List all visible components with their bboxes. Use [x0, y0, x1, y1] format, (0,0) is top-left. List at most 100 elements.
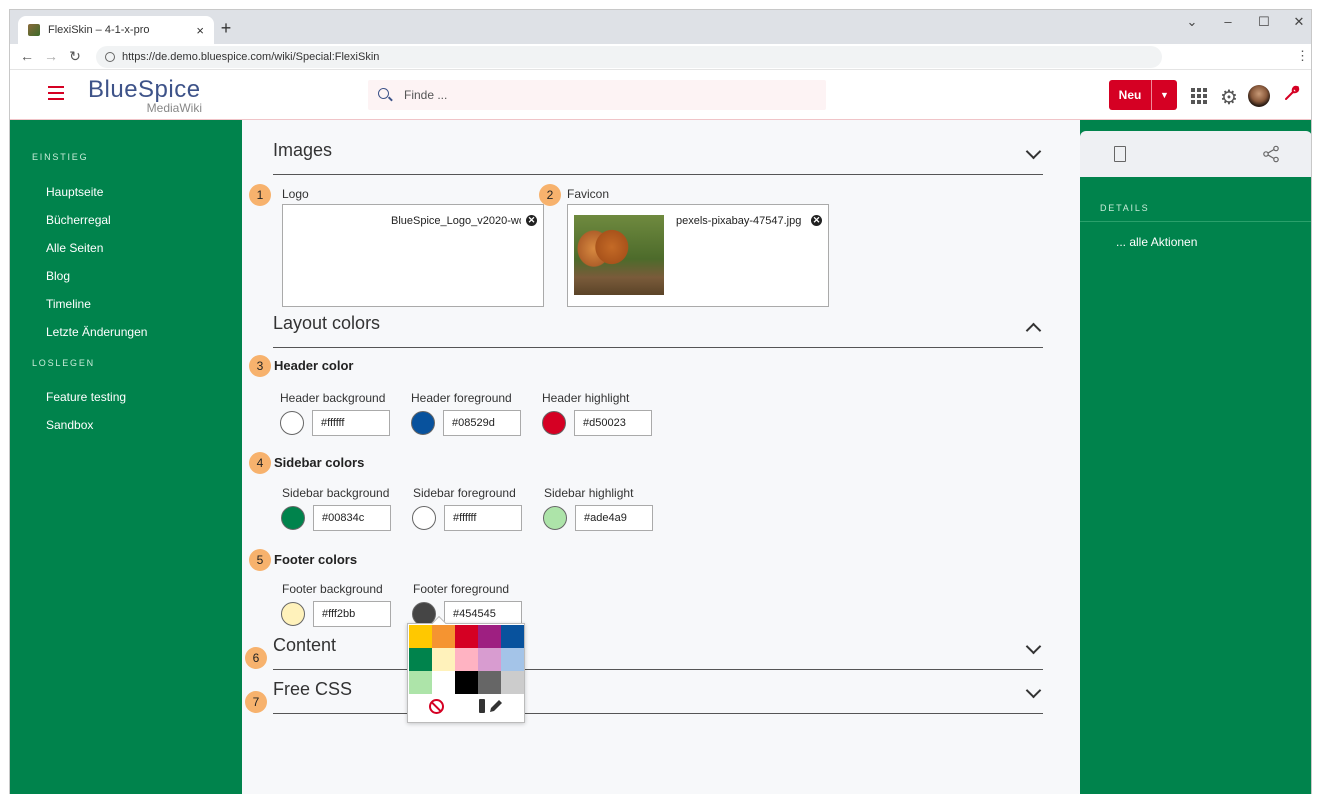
header-background-swatch[interactable]: [280, 411, 304, 435]
content-section-header[interactable]: Content: [273, 635, 1043, 670]
sidebar-highlight-swatch[interactable]: [543, 506, 567, 530]
no-color-icon[interactable]: [429, 699, 444, 714]
sidebar-colors-title: Sidebar colors: [274, 455, 365, 470]
sidebar-highlight-input[interactable]: #ade4a9: [575, 505, 653, 531]
sidebar-foreground-swatch[interactable]: [412, 506, 436, 530]
layout-colors-section-header[interactable]: Layout colors: [273, 313, 1043, 348]
sidebar-background-swatch[interactable]: [281, 506, 305, 530]
gear-icon[interactable]: ⚙: [1220, 85, 1238, 110]
page-icon[interactable]: [1114, 146, 1126, 162]
palette-swatch[interactable]: [501, 648, 524, 671]
tab-search-icon[interactable]: ⌄: [1181, 14, 1203, 30]
chevron-down-icon[interactable]: [1025, 143, 1042, 160]
header-foreground-input[interactable]: #08529d: [443, 410, 521, 436]
footer-colors-title: Footer colors: [274, 552, 358, 567]
custom-color-pencil-icon[interactable]: [478, 697, 506, 715]
url-bar[interactable]: https://de.demo.bluespice.com/wiki/Speci…: [96, 46, 1162, 68]
forward-icon[interactable]: →: [42, 48, 60, 64]
callout-badge-2: 2: [539, 184, 561, 206]
browser-menu-icon[interactable]: ⋮: [1296, 48, 1309, 64]
palette-swatch[interactable]: [478, 671, 501, 694]
tab-title: FlexiSkin – 4-1-x-pro: [48, 24, 150, 36]
left-sidebar: EINSTIEG Hauptseite Bücherregal Alle Sei…: [10, 120, 242, 794]
chevron-down-icon[interactable]: [1025, 638, 1042, 655]
wrench-icon[interactable]: [1283, 84, 1301, 107]
new-tab-button[interactable]: +: [216, 18, 236, 39]
new-button[interactable]: Neu ▼: [1109, 80, 1177, 110]
url-text: https://de.demo.bluespice.com/wiki/Speci…: [122, 51, 380, 63]
footer-background-input[interactable]: #fff2bb: [313, 601, 391, 627]
section-title-content: Content: [273, 635, 337, 655]
sidebar-foreground-label: Sidebar foreground: [413, 486, 516, 500]
footer-background-swatch[interactable]: [281, 602, 305, 626]
header-background-input[interactable]: #ffffff: [312, 410, 390, 436]
palette-swatch[interactable]: [432, 648, 455, 671]
palette-swatch[interactable]: [409, 648, 432, 671]
sidebar-item-blog[interactable]: Blog: [46, 269, 70, 283]
sidebar-background-input[interactable]: #00834c: [313, 505, 391, 531]
remove-favicon-icon[interactable]: ✕: [811, 215, 822, 226]
all-actions-link[interactable]: ... alle Aktionen: [1116, 235, 1197, 249]
hamburger-menu-icon[interactable]: [48, 86, 64, 100]
chevron-up-icon[interactable]: [1025, 322, 1042, 339]
maximize-icon[interactable]: ☐: [1253, 14, 1275, 30]
header-foreground-swatch[interactable]: [411, 411, 435, 435]
sidebar-item-sandbox[interactable]: Sandbox: [46, 418, 93, 432]
logo-upload-box[interactable]: BlueSpice_Logo_v2020-wo ✕: [282, 204, 544, 307]
close-window-icon[interactable]: ✕: [1288, 14, 1310, 30]
section-title-images: Images: [273, 140, 333, 160]
palette-swatch[interactable]: [409, 671, 432, 694]
search-box: [368, 80, 826, 110]
back-icon[interactable]: ←: [18, 48, 36, 64]
callout-badge-3: 3: [249, 355, 271, 377]
favicon-upload-box[interactable]: pexels-pixabay-47547.jpg ✕: [567, 204, 829, 307]
section-title-free-css: Free CSS: [273, 679, 353, 699]
palette-swatch[interactable]: [455, 625, 478, 648]
browser-tab[interactable]: FlexiSkin – 4-1-x-pro ×: [18, 16, 214, 44]
sidebar-heading-loslegen: LOSLEGEN: [32, 358, 95, 368]
reload-icon[interactable]: ↻: [66, 48, 84, 65]
chevron-down-icon[interactable]: [1025, 682, 1042, 699]
caret-down-icon[interactable]: ▼: [1151, 80, 1177, 110]
close-tab-icon[interactable]: ×: [196, 23, 204, 38]
apps-grid-icon[interactable]: [1191, 88, 1207, 104]
avatar[interactable]: [1248, 85, 1270, 107]
sidebar-item-alle-seiten[interactable]: Alle Seiten: [46, 241, 103, 255]
sidebar-item-hauptseite[interactable]: Hauptseite: [46, 185, 103, 199]
sidebar-item-timeline[interactable]: Timeline: [46, 297, 91, 311]
main-content: Images 1 Logo BlueSpice_Logo_v2020-wo ✕ …: [242, 120, 1080, 794]
sidebar-item-letzte-aenderungen[interactable]: Letzte Änderungen: [46, 325, 147, 339]
palette-swatch[interactable]: [455, 671, 478, 694]
right-sidebar: DETAILS ... alle Aktionen: [1080, 120, 1311, 794]
header-highlight-input[interactable]: #d50023: [574, 410, 652, 436]
site-info-icon[interactable]: [105, 52, 115, 62]
palette-swatch[interactable]: [432, 671, 455, 694]
palette-swatch[interactable]: [409, 625, 432, 648]
callout-badge-1: 1: [249, 184, 271, 206]
free-css-section-header[interactable]: Free CSS: [273, 679, 1043, 714]
palette-swatch[interactable]: [455, 648, 478, 671]
palette-swatch[interactable]: [432, 625, 455, 648]
search-input[interactable]: [404, 80, 814, 110]
favicon-label: Favicon: [567, 187, 610, 201]
palette-swatch[interactable]: [501, 625, 524, 648]
sidebar-item-buecherregal[interactable]: Bücherregal: [46, 213, 111, 227]
site-header: BlueSpice MediaWiki Neu ▼ ⚙: [10, 70, 1311, 120]
palette-swatch[interactable]: [501, 671, 524, 694]
search-icon: [378, 88, 389, 99]
sidebar-item-feature-testing[interactable]: Feature testing: [46, 390, 126, 404]
sidebar-foreground-input[interactable]: #ffffff: [444, 505, 522, 531]
site-logo[interactable]: BlueSpice MediaWiki: [88, 78, 208, 115]
header-background-label: Header background: [280, 391, 386, 405]
browser-window: FlexiSkin – 4-1-x-pro × + ⌄ – ☐ ✕ ← → ↻ …: [9, 9, 1312, 794]
palette-swatch[interactable]: [478, 648, 501, 671]
minimize-icon[interactable]: –: [1217, 14, 1239, 29]
header-foreground-label: Header foreground: [411, 391, 512, 405]
header-highlight-swatch[interactable]: [542, 411, 566, 435]
favicon-icon: [28, 24, 40, 36]
images-section-header[interactable]: Images: [273, 140, 1043, 175]
remove-logo-icon[interactable]: ✕: [526, 215, 537, 226]
callout-badge-4: 4: [249, 452, 271, 474]
share-icon[interactable]: [1262, 145, 1280, 163]
palette-swatch[interactable]: [478, 625, 501, 648]
